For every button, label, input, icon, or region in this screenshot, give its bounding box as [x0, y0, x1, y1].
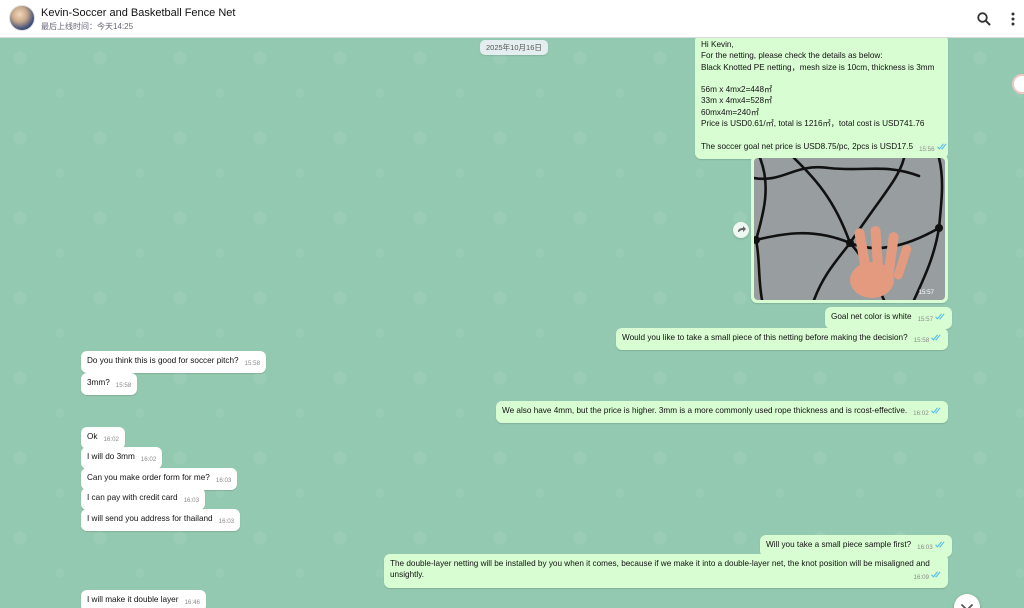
message-text: I can pay with credit card	[87, 493, 178, 502]
message-time: 16:03	[218, 518, 235, 525]
incoming-message[interactable]: I can pay with credit card 16:03	[81, 488, 206, 511]
message-time: 16:09	[913, 574, 929, 582]
message-time: 16:03	[917, 544, 933, 551]
message-time: 16:03	[215, 477, 232, 484]
message-text-line: The double-layer netting will be install…	[390, 559, 930, 568]
message-time: 15:58	[115, 382, 132, 389]
incoming-message[interactable]: Ok 16:02	[81, 427, 125, 450]
message-text: Will you take a small piece sample first…	[766, 540, 912, 549]
message-text: Do you think this is good for soccer pit…	[87, 356, 239, 365]
message-text: I will do 3mm	[87, 452, 135, 461]
message-time: 16:02	[913, 410, 929, 417]
outgoing-message[interactable]: Would you like to take a small piece of …	[616, 328, 949, 351]
chat-header: Kevin-Soccer and Basketball Fence Net 最后…	[0, 0, 1024, 38]
read-receipt-icon	[931, 571, 941, 578]
netting-photo[interactable]	[754, 158, 945, 300]
outgoing-message[interactable]: We also have 4mm, but the price is highe…	[496, 401, 948, 424]
message-text-line: 33m x 4mx4=528㎡	[701, 96, 773, 106]
date-chip: 2025年10月16日	[480, 40, 548, 55]
message-text: We also have 4mm, but the price is highe…	[502, 406, 908, 415]
last-seen-status: 最后上线时间：今天14:25	[41, 22, 134, 31]
message-time: 16:02	[103, 436, 119, 443]
incoming-message[interactable]: Can you make order form for me? 16:03	[81, 468, 238, 491]
read-receipt-icon	[934, 541, 945, 548]
message-text: Goal net color is white	[831, 312, 912, 321]
message-text-line: Hi Kevin,	[701, 40, 734, 49]
incoming-message[interactable]: 3mm? 15:58	[81, 373, 138, 396]
read-receipt-icon	[935, 313, 945, 320]
message-list[interactable]: 2025年10月16日 Hi Kevin, For the netting, p…	[0, 38, 1024, 608]
message-text: 3mm?	[87, 378, 110, 387]
emoji-reaction-icon[interactable]	[1012, 74, 1024, 94]
message-text-line: The soccer goal net price is USD8.75/pc,…	[701, 141, 947, 155]
incoming-message[interactable]: I will send you address for thailand 16:0…	[81, 509, 241, 532]
more-vertical-icon[interactable]	[1005, 11, 1021, 27]
incoming-message[interactable]: Do you think this is good for soccer pit…	[81, 351, 267, 374]
forward-icon[interactable]	[733, 222, 749, 238]
message-text-line: unsightly. 16:09	[390, 569, 942, 582]
message-time: 15:57	[917, 316, 934, 323]
message-time: 16:02	[140, 456, 157, 463]
message-time: 15:56	[919, 145, 935, 153]
message-text: unsightly.	[390, 570, 424, 580]
chevron-down-icon[interactable]	[954, 594, 980, 608]
message-text: I will make it double layer	[87, 595, 179, 604]
incoming-message[interactable]: I will do 3mm 16:02	[81, 447, 163, 470]
read-receipt-icon	[936, 143, 947, 150]
message-text: Would you like to take a small piece of …	[622, 333, 908, 342]
contact-name[interactable]: Kevin-Soccer and Basketball Fence Net	[41, 7, 235, 19]
outgoing-message[interactable]: Hi Kevin, For the netting, please check …	[695, 38, 948, 159]
message-text: Ok	[87, 432, 98, 441]
message-time: 15:58	[244, 360, 261, 367]
message-time: 16:46	[184, 599, 200, 606]
read-receipt-icon	[930, 407, 941, 414]
read-receipt-icon	[931, 334, 941, 341]
message-text: I will send you address for thailand	[87, 514, 213, 523]
message-time: 15:57	[918, 289, 934, 296]
message-time: 16:03	[183, 497, 200, 504]
message-time: 15:58	[913, 337, 930, 344]
message-text-line: Price is USD0.61/㎡, total is 1216㎡，total…	[701, 119, 925, 129]
message-text-line: 60mx4m=240㎡	[701, 107, 760, 117]
avatar[interactable]	[9, 5, 35, 31]
message-text-line: 56m x 4mx2=448㎡	[701, 85, 773, 95]
search-icon[interactable]	[976, 11, 992, 27]
image-message[interactable]: 15:57	[751, 155, 948, 303]
message-text: The soccer goal net price is USD8.75/pc,…	[701, 141, 914, 151]
outgoing-message[interactable]: The double-layer netting will be install…	[384, 554, 948, 588]
message-text-line: Black Knotted PE netting，mesh size is 10…	[701, 62, 935, 72]
message-text: Can you make order form for me?	[87, 473, 210, 482]
outgoing-message[interactable]: Goal net color is white 15:57	[825, 307, 953, 330]
incoming-message[interactable]: I will make it double layer 16:46	[81, 590, 206, 608]
message-text-line: For the netting, please check the detail…	[701, 51, 883, 61]
